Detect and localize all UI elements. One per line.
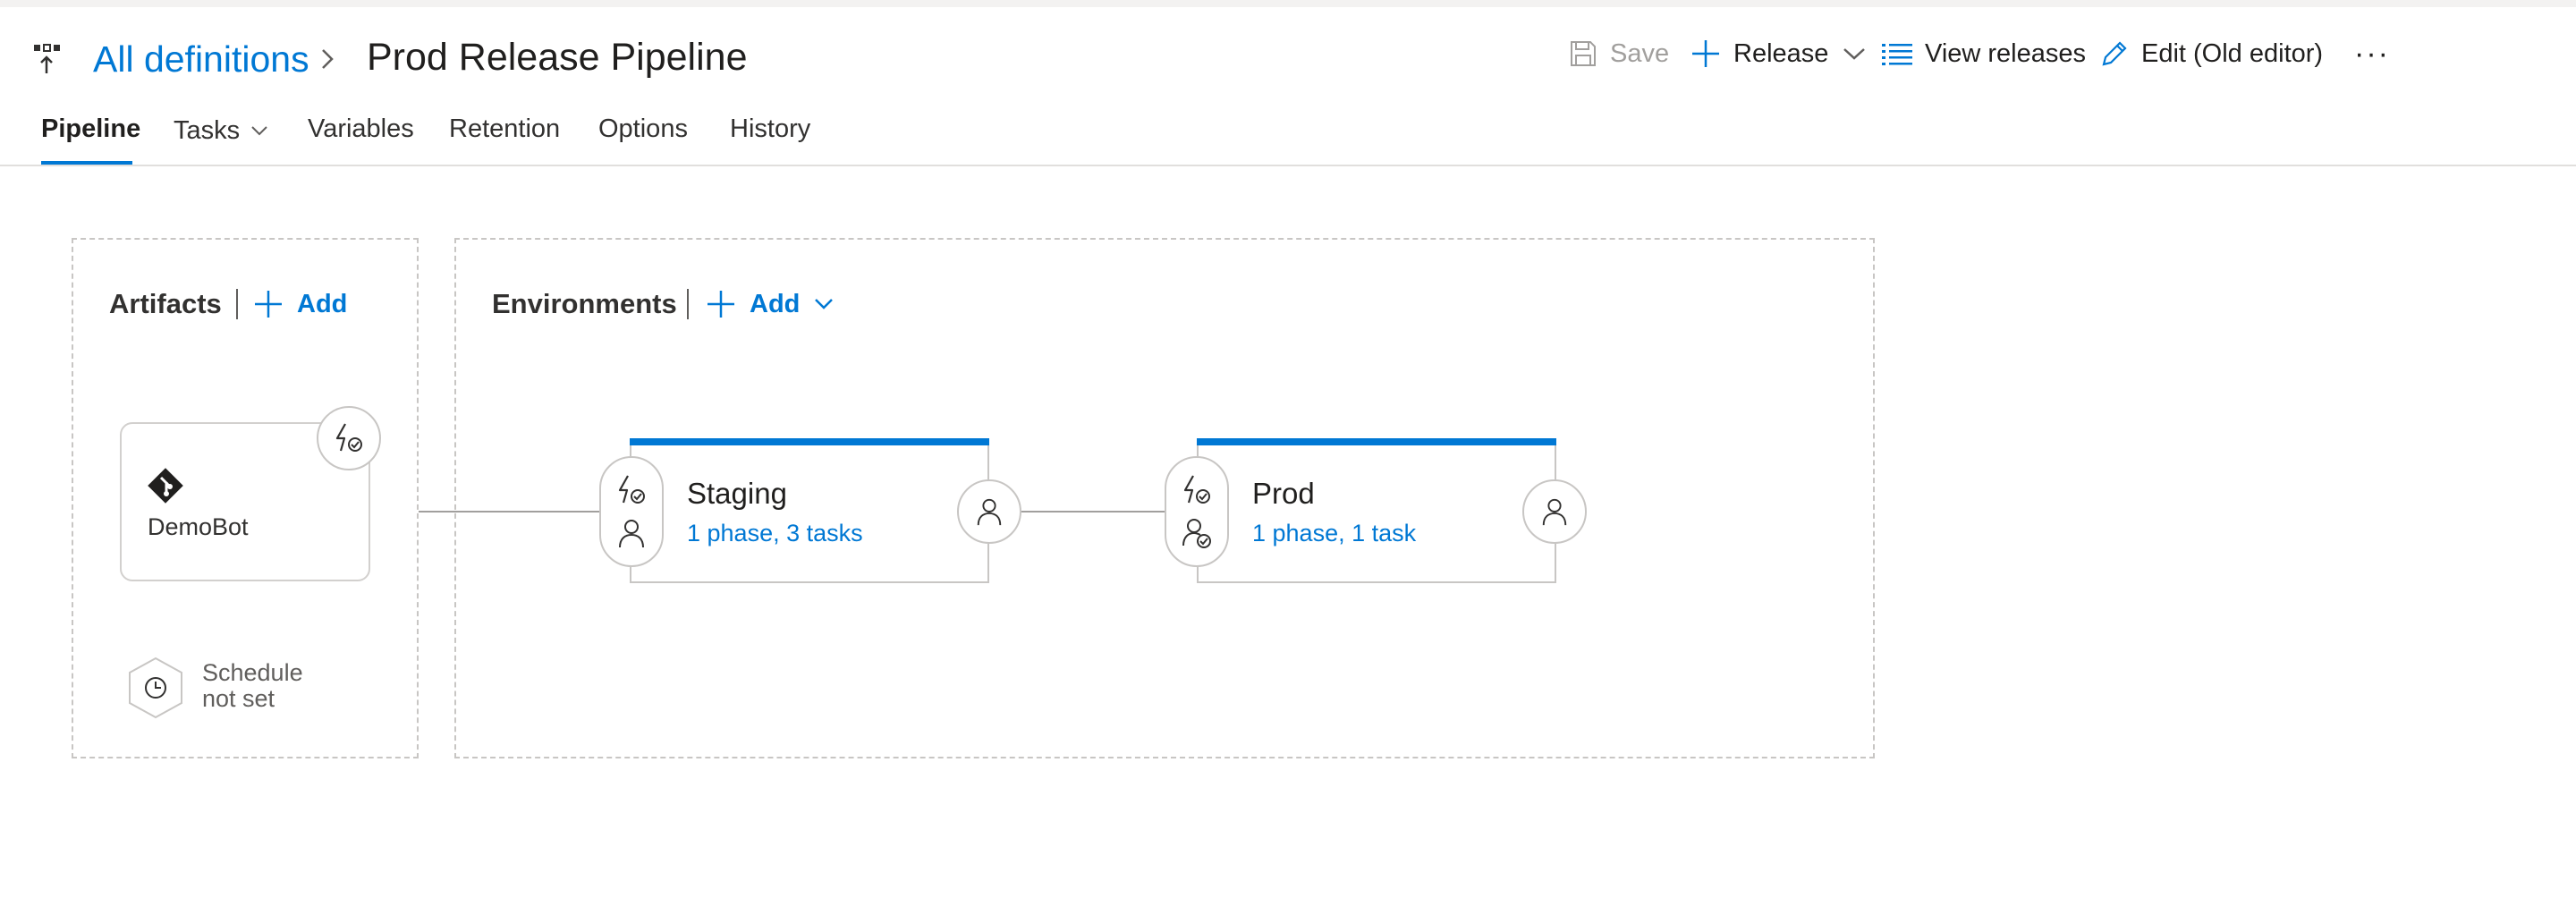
- environment-card-staging[interactable]: [630, 438, 989, 583]
- release-pipeline-icon: [32, 41, 68, 77]
- lightning-check-icon[interactable]: [615, 474, 648, 506]
- tab-pipeline[interactable]: Pipeline: [41, 111, 140, 150]
- header-divider: [0, 165, 2576, 166]
- pre-deployment-conditions: [599, 456, 664, 567]
- lightning-check-icon: [335, 423, 362, 452]
- add-artifact-button[interactable]: Add: [254, 286, 347, 322]
- tab-retention[interactable]: Retention: [449, 111, 560, 150]
- environment-name-prod: Prod: [1252, 477, 1315, 510]
- person-icon: [1542, 498, 1567, 526]
- schedule-line-2: not set: [202, 685, 275, 712]
- post-deployment-approvals-button[interactable]: [1522, 479, 1587, 544]
- page-title: Prod Release Pipeline: [367, 36, 748, 79]
- chevron-down-icon: [1843, 48, 1866, 60]
- add-environment-button[interactable]: Add: [707, 286, 834, 322]
- continuous-deployment-trigger-button[interactable]: [317, 406, 381, 470]
- environment-card-prod[interactable]: [1197, 438, 1556, 583]
- tab-variables[interactable]: Variables: [308, 111, 414, 150]
- edit-label: Edit (Old editor): [2141, 38, 2324, 68]
- add-environment-label: Add: [750, 290, 801, 318]
- view-releases-label: View releases: [1925, 38, 2087, 68]
- pencil-icon: [2102, 41, 2127, 66]
- add-artifact-label: Add: [297, 290, 348, 318]
- schedule-status: Schedule not set: [202, 660, 303, 712]
- post-deployment-approvals-button[interactable]: [957, 479, 1021, 544]
- divider: [236, 289, 238, 319]
- person-icon[interactable]: [615, 517, 648, 549]
- list-icon: [1882, 44, 1912, 65]
- environment-status-bar: [630, 438, 989, 445]
- git-icon: [145, 465, 186, 506]
- plus-icon: [1692, 40, 1719, 67]
- save-button[interactable]: Save: [1569, 32, 1669, 75]
- more-actions-button[interactable]: ···: [2354, 32, 2390, 75]
- person-check-icon[interactable]: [1181, 517, 1213, 549]
- environment-status-bar: [1197, 438, 1556, 445]
- divider: [687, 289, 689, 319]
- person-icon: [977, 498, 1002, 526]
- schedule-button[interactable]: [127, 657, 184, 719]
- schedule-line-1: Schedule: [202, 659, 303, 686]
- top-strip: [0, 0, 2576, 7]
- environment-summary-link[interactable]: 1 phase, 1 task: [1252, 517, 1416, 549]
- environments-title: Environments: [492, 288, 677, 319]
- release-button[interactable]: Release: [1690, 32, 1866, 75]
- lightning-check-icon[interactable]: [1181, 474, 1213, 506]
- plus-icon: [255, 291, 282, 318]
- save-label: Save: [1610, 38, 1670, 68]
- environment-summary-link[interactable]: 1 phase, 3 tasks: [687, 517, 863, 549]
- tab-options[interactable]: Options: [598, 111, 688, 150]
- save-icon: [1571, 41, 1596, 66]
- clock-icon: [129, 657, 182, 719]
- artifacts-title: Artifacts: [109, 288, 222, 319]
- more-icon: ···: [2354, 36, 2390, 71]
- artifact-name: DemoBot: [148, 513, 249, 540]
- chevron-down-icon: [815, 299, 834, 309]
- breadcrumb-chevron-icon: [318, 43, 338, 75]
- tab-tasks-label: Tasks: [174, 116, 241, 145]
- environment-name-staging: Staging: [687, 477, 787, 510]
- pre-deployment-conditions: [1165, 456, 1229, 567]
- tab-history[interactable]: History: [730, 111, 810, 150]
- tab-tasks[interactable]: Tasks: [174, 111, 268, 150]
- edit-old-editor-button[interactable]: Edit (Old editor): [2100, 32, 2323, 75]
- release-label: Release: [1733, 38, 1829, 68]
- plus-icon: [708, 291, 734, 318]
- view-releases-button[interactable]: View releases: [1882, 32, 2086, 75]
- breadcrumb-all-definitions[interactable]: All definitions: [93, 34, 309, 84]
- chevron-down-icon: [251, 126, 267, 136]
